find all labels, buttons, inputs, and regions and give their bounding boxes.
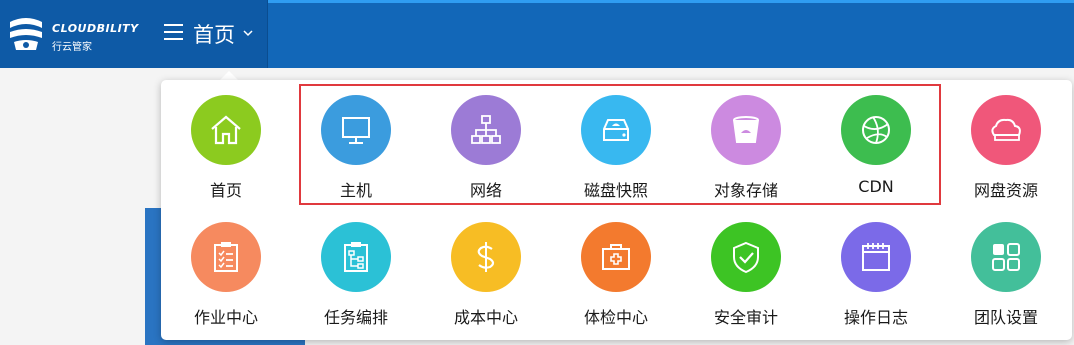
- menu-item-team-settings[interactable]: 团队设置: [946, 222, 1066, 328]
- menu-item-cdn[interactable]: CDN: [816, 95, 936, 196]
- menu-item-home[interactable]: 首页: [166, 95, 286, 201]
- menu-item-disk-snapshot[interactable]: 磁盘快照: [556, 95, 676, 201]
- cloud-icon: [971, 95, 1041, 165]
- top-navigation-bar: CLOUDBILITY 行云管家 首页: [0, 0, 1074, 68]
- menu-item-label: 网盘资源: [973, 181, 1038, 200]
- menu-item-object-storage[interactable]: 对象存储: [686, 95, 806, 201]
- menu-item-host[interactable]: 主机: [296, 95, 416, 201]
- menu-item-label: 首页: [209, 181, 242, 200]
- menu-item-operation-log[interactable]: 操作日志: [816, 222, 936, 328]
- monitor-icon: [321, 95, 391, 165]
- menu-item-label: 主机: [339, 181, 372, 200]
- brand-name: CLOUDBILITY: [52, 22, 139, 35]
- menu-item-task-orchestration[interactable]: 任务编排: [296, 222, 416, 328]
- menu-item-label: CDN: [858, 177, 894, 196]
- menu-item-label: 任务编排: [323, 308, 388, 327]
- shield-check-icon: [711, 222, 781, 292]
- menu-item-label: 磁盘快照: [583, 181, 648, 200]
- medkit-icon: [581, 222, 651, 292]
- menu-item-label: 安全审计: [713, 308, 778, 327]
- brand-area: CLOUDBILITY 行云管家 首页: [0, 0, 268, 68]
- menu-item-label: 成本中心: [453, 308, 518, 327]
- grid-icon: [971, 222, 1041, 292]
- menu-item-label: 团队设置: [973, 308, 1038, 327]
- bucket-icon: [711, 95, 781, 165]
- disk-icon: [581, 95, 651, 165]
- menu-item-network[interactable]: 网络: [426, 95, 546, 201]
- current-page-dropdown[interactable]: 首页: [193, 19, 235, 49]
- globe-icon: [841, 95, 911, 165]
- menu-item-cost-center[interactable]: 成本中心: [426, 222, 546, 328]
- calendar-icon: [841, 222, 911, 292]
- hamburger-menu-icon[interactable]: [164, 24, 183, 40]
- menu-item-security-audit[interactable]: 安全审计: [686, 222, 806, 328]
- clipboard-flow-icon: [321, 222, 391, 292]
- clipboard-list-icon: [191, 222, 261, 292]
- menu-item-label: 操作日志: [843, 308, 908, 327]
- header-divider: [267, 0, 268, 68]
- brand-subtitle: 行云管家: [52, 42, 92, 53]
- menu-item-job-center[interactable]: 作业中心: [166, 222, 286, 328]
- menu-item-label: 对象存储: [713, 181, 778, 200]
- menu-item-label: 体检中心: [583, 308, 648, 327]
- chevron-down-icon[interactable]: [243, 30, 253, 37]
- cloudbility-logo-icon: [10, 18, 42, 50]
- menu-item-label: 网络: [469, 181, 502, 200]
- menu-item-label: 作业中心: [193, 308, 258, 327]
- network-icon: [451, 95, 521, 165]
- dollar-icon: [451, 222, 521, 292]
- menu-item-health-check[interactable]: 体检中心: [556, 222, 676, 328]
- menu-item-netdisk[interactable]: 网盘资源: [946, 95, 1066, 201]
- home-icon: [191, 95, 261, 165]
